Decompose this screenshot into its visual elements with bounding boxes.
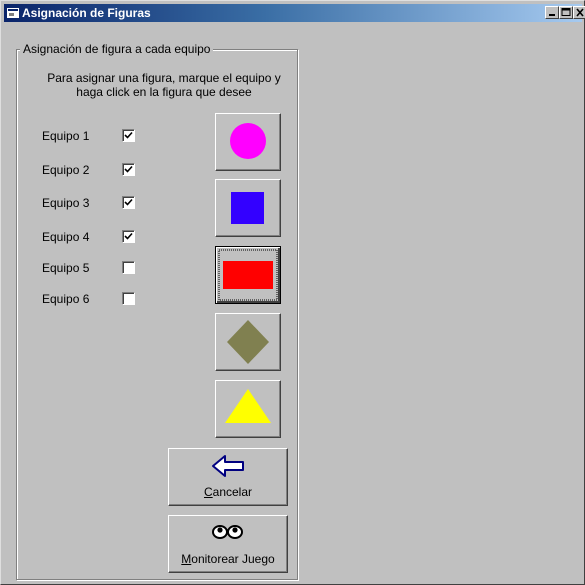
monitor-game-button-label: Monitorear Juego [181, 552, 275, 566]
team-checkbox-3[interactable] [122, 196, 135, 209]
team-label-1: Equipo 1 [42, 129, 90, 143]
checkmark-icon [124, 165, 133, 173]
close-button[interactable] [573, 6, 585, 19]
circle-figure-button[interactable] [215, 113, 281, 171]
checkmark-icon [124, 232, 133, 240]
team-checkbox-6[interactable] [122, 292, 135, 305]
triangle-figure-button[interactable] [215, 380, 281, 438]
groupbox-legend: Asignación de figura a cada equipo [20, 42, 214, 56]
title-bar[interactable]: Asignación de Figuras [4, 4, 585, 22]
checkmark-icon [124, 131, 133, 139]
team-label-4: Equipo 4 [42, 230, 90, 244]
app-icon [7, 8, 19, 18]
dialog-window: Asignación de Figuras Asignación de figu… [0, 0, 585, 585]
rectangle-figure-button[interactable] [215, 246, 281, 304]
team-label-6: Equipo 6 [42, 292, 90, 306]
maximize-button[interactable] [559, 6, 573, 19]
team-checkbox-4[interactable] [122, 230, 135, 243]
cancel-button-label: Cancelar [203, 485, 253, 499]
instructions-line-1: Para asignar una figura, marque el equip… [47, 71, 281, 85]
team-label-2: Equipo 2 [42, 163, 90, 177]
square-figure-button[interactable] [215, 179, 281, 237]
team-checkbox-2[interactable] [122, 163, 135, 176]
maximize-icon [561, 8, 571, 16]
square-icon [231, 192, 264, 224]
instructions-line-2: haga click en la figura que desee [76, 85, 252, 99]
back-arrow-icon [212, 455, 244, 477]
team-label-3: Equipo 3 [42, 196, 90, 210]
triangle-icon [225, 389, 271, 423]
team-checkbox-5[interactable] [122, 261, 135, 274]
instructions-text: Para asignar una figura, marque el equip… [25, 71, 303, 99]
diamond-figure-button[interactable] [215, 313, 281, 371]
team-label-5: Equipo 5 [42, 261, 90, 275]
monitor-game-button[interactable]: Monitorear Juego [168, 515, 288, 573]
close-icon [576, 8, 584, 17]
rectangle-icon [218, 249, 278, 301]
minimize-icon [549, 14, 555, 16]
checkmark-icon [124, 198, 133, 206]
team-checkbox-1[interactable] [122, 129, 135, 142]
eyes-icon [212, 525, 243, 539]
cancel-button[interactable]: Cancelar [168, 448, 288, 506]
window-title: Asignación de Figuras [22, 6, 151, 20]
circle-icon [230, 123, 266, 159]
minimize-button[interactable] [545, 6, 559, 19]
diamond-icon [227, 320, 269, 364]
